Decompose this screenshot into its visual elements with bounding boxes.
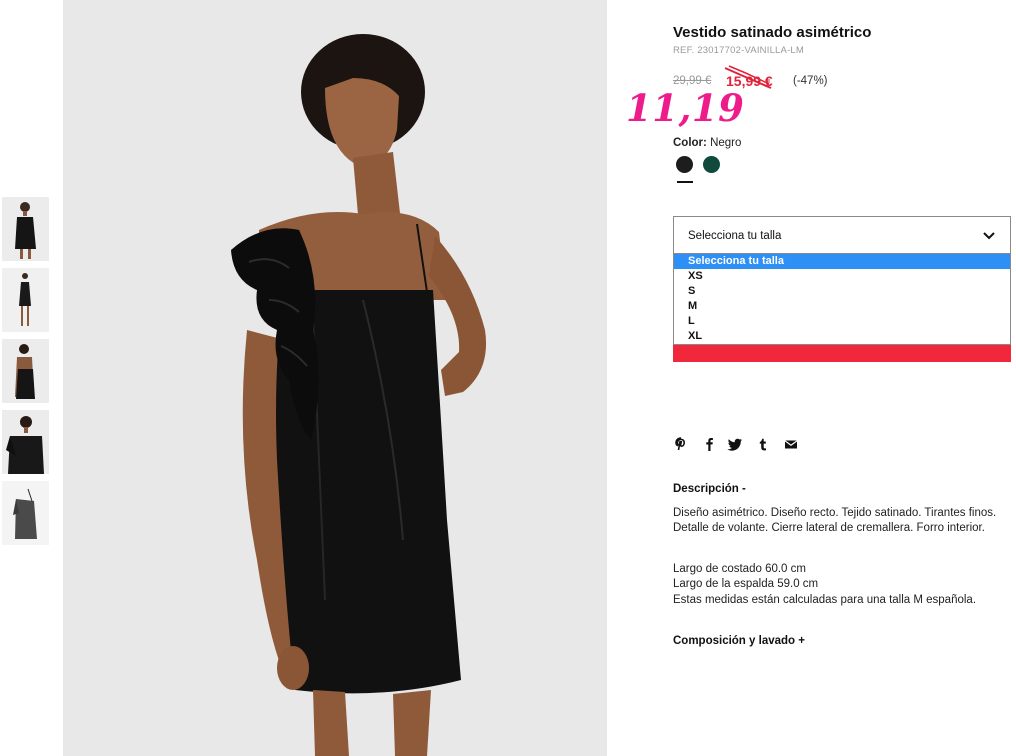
share-bar	[673, 436, 813, 452]
measurements: Largo de costado 60.0 cm Largo de la esp…	[673, 562, 1013, 608]
size-select[interactable]: Selecciona tu talla	[673, 216, 1011, 254]
color-swatch-black[interactable]	[676, 156, 693, 173]
color-value: Negro	[710, 137, 742, 149]
selected-swatch-indicator	[677, 181, 693, 183]
product-title: Vestido satinado asimétrico	[673, 24, 872, 41]
size-option-l[interactable]: L	[674, 314, 1010, 329]
color-label-prefix: Color:	[673, 137, 707, 149]
size-option-xs[interactable]: XS	[674, 269, 1010, 284]
size-option-m[interactable]: M	[674, 299, 1010, 314]
thumbnail-list	[2, 197, 50, 552]
size-select-label: Selecciona tu talla	[688, 230, 782, 242]
description-toggle[interactable]: Descripción -	[673, 483, 746, 495]
thumbnail-4[interactable]	[2, 410, 49, 474]
measurement-note: Estas medidas están calculadas para una …	[673, 593, 977, 606]
price-row: 29,99 € 15,99 € (-47%)	[673, 73, 933, 90]
measurement-line: Largo de la espalda 59.0 cm	[673, 578, 819, 591]
thumbnail-3[interactable]	[2, 339, 49, 403]
product-reference: REF. 23017702-VAINILLA-LM	[673, 45, 805, 56]
thumbnail-2[interactable]	[2, 268, 49, 332]
color-swatches	[676, 156, 756, 186]
size-option-xl[interactable]: XL	[674, 329, 1010, 344]
pinterest-icon[interactable]	[673, 436, 689, 452]
email-icon[interactable]	[783, 436, 799, 452]
twitter-icon[interactable]	[727, 436, 743, 452]
facebook-icon[interactable]	[701, 436, 717, 452]
thumbnail-1[interactable]	[2, 197, 49, 261]
color-label: Color: Negro	[673, 137, 741, 149]
thumbnail-5[interactable]	[2, 481, 49, 545]
size-option-placeholder[interactable]: Selecciona tu talla	[674, 254, 1010, 269]
color-swatch-green[interactable]	[703, 156, 720, 173]
handwritten-price-annotation: 11,19	[626, 86, 745, 130]
size-option-s[interactable]: S	[674, 284, 1010, 299]
original-price: 29,99 €	[673, 75, 712, 87]
price-strike-scribble	[724, 65, 772, 89]
add-to-bag-button[interactable]	[673, 345, 1011, 362]
product-main-image	[63, 0, 607, 756]
discount-percentage: (-47%)	[793, 75, 828, 87]
description-text: Diseño asimétrico. Diseño recto. Tejido …	[673, 507, 997, 535]
composition-toggle[interactable]: Composición y lavado +	[673, 635, 805, 647]
tumblr-icon[interactable]	[755, 436, 771, 452]
size-dropdown-list: Selecciona tu talla XS S M L XL	[673, 254, 1011, 345]
chevron-down-icon	[983, 232, 995, 240]
measurement-line: Largo de costado 60.0 cm	[673, 563, 806, 575]
